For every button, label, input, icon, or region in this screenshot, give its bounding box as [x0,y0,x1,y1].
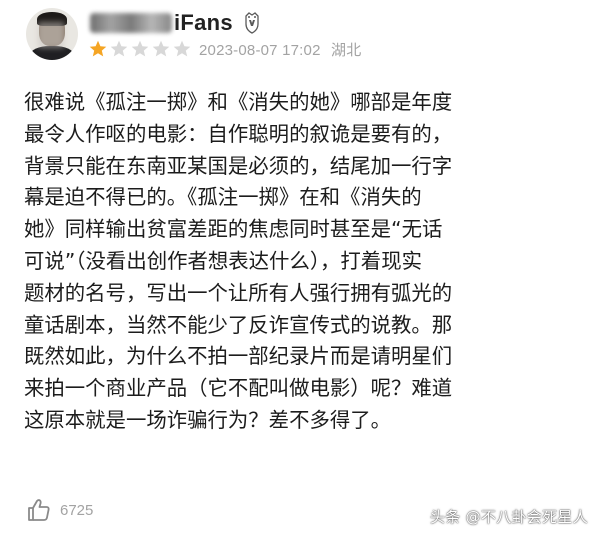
review-text-line: 她》同样输出贫富差距的焦虑同时甚至是“无话 [24,217,443,242]
review-card: iFans 2023-08-07 17:02 湖北 很难说《孤注一掷》和《消失的… [0,0,600,541]
review-text-line: 很难说《孤注一掷》和《消失的她》哪部是年度 [24,90,453,114]
review-text: 很难说《孤注一掷》和《消失的她》哪部是年度 最令人作呕的电影：自作聪明的叙诡是要有… [24,87,579,437]
review-text-line: 题材的名号，写出一个让所有人强行拥有弧光的 [24,280,453,305]
review-text-line: 既然如此，为什么不拍一部纪录片而是请明星们 [24,344,453,369]
review-text-line: 这原本就是一场诈骗行为？差不多得了。 [24,407,392,432]
avatar-blur [38,22,64,48]
username-redacted [90,13,172,33]
username[interactable]: iFans [174,10,233,36]
star-empty-icon [131,40,149,57]
vip-badge-icon [245,12,259,34]
review-text-line: 可说”（没看出创作者想表达什么），打着现实 [24,248,422,273]
like-button[interactable]: 6725 [26,497,93,523]
avatar-shirt [30,46,74,60]
review-text-line: 幕是迫不得已的。《孤注一掷》在和《消失的 [24,185,422,210]
star-empty-icon [152,40,170,57]
user-avatar[interactable] [26,8,78,60]
date-location: 2023-08-07 17:02 湖北 [199,39,361,60]
rating-stars [88,39,193,59]
star-filled-icon [89,40,107,57]
like-count: 6725 [60,501,94,519]
review-location: 湖北 [331,41,362,59]
review-text-line: 最令人作呕的电影：自作聪明的叙诡是要有的， [24,121,453,146]
watermark: 头条 @不八卦会死星人 [429,508,588,526]
star-empty-icon [173,40,191,57]
review-text-line: 背景只能在东南亚某国是必须的，结尾加一行字 [24,153,453,178]
thumbs-up-icon [28,499,50,521]
review-text-line: 童话剧本，当然不能少了反诈宣传式的说教。那 [24,312,453,337]
username-row[interactable]: iFans [90,8,261,38]
review-meta: 2023-08-07 17:02 湖北 [88,38,361,60]
review-date: 2023-08-07 17:02 [199,41,321,59]
review-text-line: 来拍一个商业产品（它不配叫做电影）呢？难道 [24,376,453,401]
star-empty-icon [110,40,128,57]
